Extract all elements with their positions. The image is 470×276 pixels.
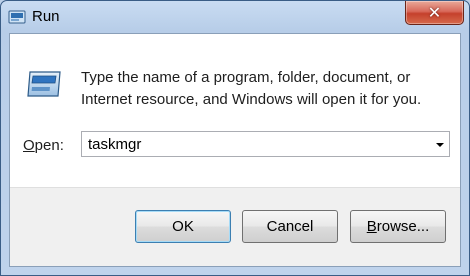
ok-button[interactable]: OK (135, 210, 231, 243)
close-button[interactable]: ✕ (405, 1, 464, 25)
message-line-2: Internet resource, and Windows will open… (81, 91, 422, 108)
run-icon (24, 69, 64, 99)
dialog-client-area: Type the name of a program, folder, docu… (9, 33, 461, 267)
dialog-message: Type the name of a program, folder, docu… (81, 67, 451, 111)
open-label: Open: (23, 137, 64, 154)
message-line-1: Type the name of a program, folder, docu… (81, 69, 411, 86)
close-icon: ✕ (427, 2, 442, 22)
window-title: Run (32, 8, 60, 25)
browse-accelerator: B (366, 218, 377, 235)
open-label-text: pen: (34, 137, 64, 154)
dropdown-button[interactable] (431, 132, 449, 156)
dialog-content-panel: Type the name of a program, folder, docu… (10, 34, 460, 188)
browse-button-label: Browse... (367, 218, 430, 235)
ok-button-label: OK (172, 218, 194, 235)
run-app-icon (8, 10, 26, 24)
open-combobox[interactable] (81, 131, 450, 157)
browse-label-text: rowse... (376, 218, 430, 235)
title-bar[interactable]: Run ✕ (1, 1, 469, 33)
cancel-button-label: Cancel (266, 218, 314, 235)
chevron-down-icon (435, 135, 445, 153)
cancel-button[interactable]: Cancel (242, 210, 338, 243)
open-input[interactable] (82, 132, 428, 156)
browse-button[interactable]: Browse... (350, 210, 446, 243)
open-label-accelerator: O (23, 137, 35, 154)
run-dialog-window: Run ✕ Type the name of a program, folder… (0, 0, 470, 276)
